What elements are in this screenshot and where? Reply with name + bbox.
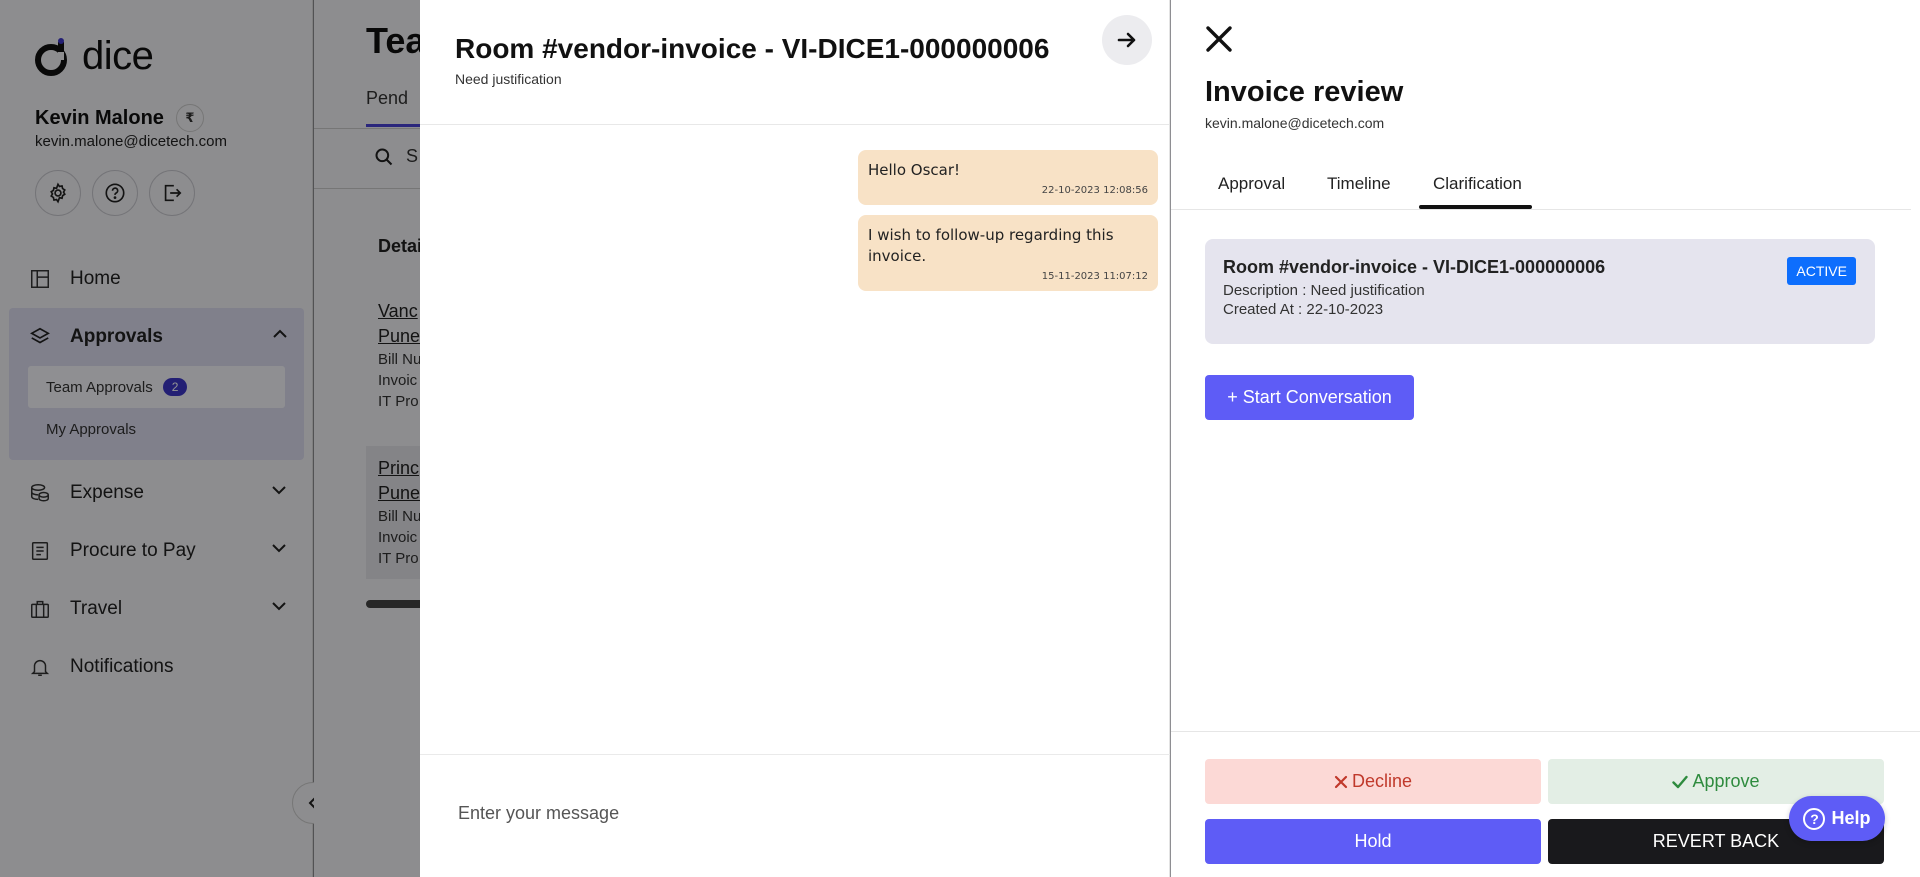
hold-button[interactable]: Hold: [1205, 819, 1541, 864]
decline-label: Decline: [1351, 771, 1413, 791]
chat-message: Hello Oscar! 22-10-2023 12:08:56: [858, 150, 1158, 205]
status-badge: ACTIVE: [1787, 257, 1856, 285]
room-card[interactable]: Room #vendor-invoice - VI-DICE1-00000000…: [1205, 239, 1875, 344]
decline-button[interactable]: Decline: [1205, 759, 1541, 804]
message-list: Hello Oscar! 22-10-2023 12:08:56 I wish …: [420, 126, 1170, 754]
room-created-at: Created At : 22-10-2023: [1223, 301, 1384, 318]
message-timestamp: 22-10-2023 12:08:56: [1041, 185, 1148, 196]
tab-clarification[interactable]: Clarification: [1433, 174, 1522, 194]
chat-room-title: Room #vendor-invoice - VI-DICE1-00000000…: [455, 33, 1050, 64]
reviewer-email: kevin.malone@dicetech.com: [1205, 115, 1385, 131]
message-text: Hello Oscar!: [868, 161, 961, 179]
arrow-right-icon: [1117, 32, 1136, 48]
help-chat-button[interactable]: ? Help: [1789, 796, 1885, 841]
message-input[interactable]: [458, 803, 1108, 824]
chat-room-subtitle: Need justification: [455, 71, 562, 87]
chat-composer: [420, 754, 1170, 877]
start-conversation-button[interactable]: + Start Conversation: [1205, 375, 1414, 420]
room-title: Room #vendor-invoice - VI-DICE1-00000000…: [1223, 257, 1606, 277]
help-label: Help: [1831, 808, 1871, 828]
room-description: Description : Need justification: [1223, 282, 1425, 299]
active-tab-indicator: [1419, 205, 1532, 209]
close-icon: [1206, 26, 1232, 52]
chat-panel: Room #vendor-invoice - VI-DICE1-00000000…: [420, 0, 1170, 877]
close-icon: [1334, 775, 1348, 788]
message-text: I wish to follow-up regarding this invoi…: [868, 226, 1114, 265]
question-icon: ?: [1803, 807, 1826, 830]
modal-backdrop[interactable]: [0, 0, 420, 877]
chat-message: I wish to follow-up regarding this invoi…: [858, 215, 1158, 291]
invoice-review-panel: Invoice review kevin.malone@dicetech.com…: [1171, 0, 1920, 877]
close-button[interactable]: [1204, 24, 1234, 54]
review-tabs: Approval Timeline Clarification: [1171, 160, 1911, 210]
tab-approval[interactable]: Approval: [1218, 174, 1285, 194]
approve-label: Approve: [1692, 771, 1760, 791]
close-chat-button[interactable]: [1102, 15, 1152, 65]
panel-title: Invoice review: [1205, 76, 1404, 108]
message-timestamp: 15-11-2023 11:07:12: [1041, 271, 1148, 282]
tab-timeline[interactable]: Timeline: [1327, 174, 1391, 194]
chat-header: Room #vendor-invoice - VI-DICE1-00000000…: [420, 0, 1169, 125]
check-icon: [1672, 775, 1689, 788]
